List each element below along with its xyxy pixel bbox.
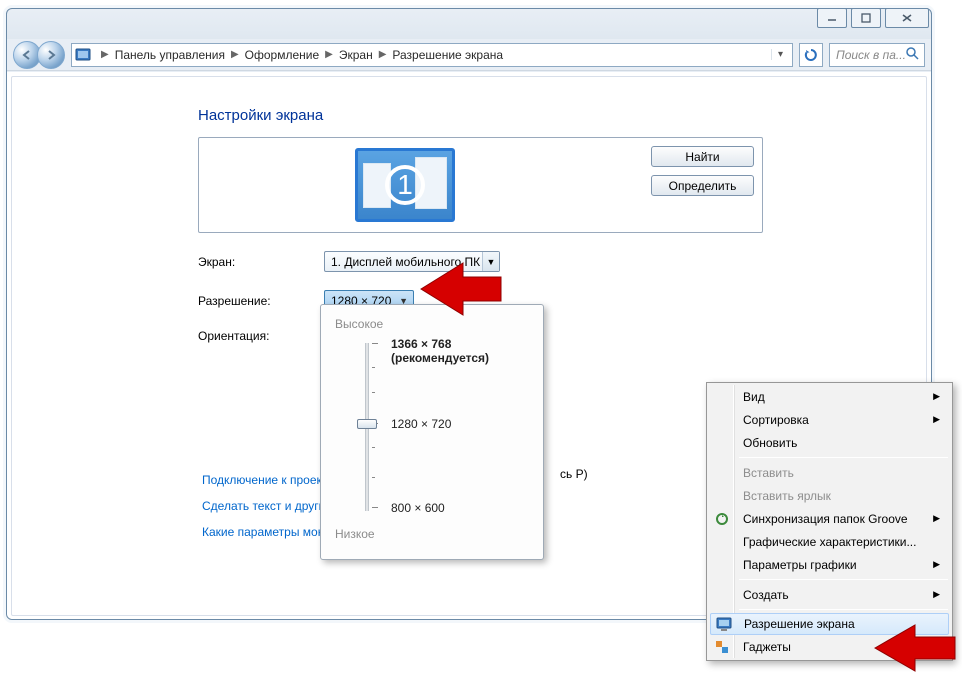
breadcrumb[interactable]: Экран xyxy=(339,48,373,62)
monitor-icon xyxy=(716,616,732,632)
context-item-groove-sync[interactable]: Синхронизация папок Groove▶ xyxy=(709,507,950,530)
submenu-arrow-icon: ▶ xyxy=(933,513,940,524)
resolution-slider-popup: Высокое 1366 × 768 (рекомендуется) 1280 … xyxy=(320,304,544,560)
resolution-slider[interactable]: 1366 × 768 (рекомендуется) 1280 × 720 80… xyxy=(335,337,529,517)
red-arrow-annotation xyxy=(869,621,959,679)
submenu-arrow-icon: ▶ xyxy=(933,391,940,402)
menu-separator xyxy=(739,457,948,458)
nav-forward-button[interactable] xyxy=(37,41,65,69)
context-item-sort[interactable]: Сортировка▶ xyxy=(709,408,950,431)
navbar: ▶ Панель управления ▶ Оформление ▶ Экран… xyxy=(7,39,931,71)
breadcrumb[interactable]: Панель управления xyxy=(115,48,225,62)
slider-min-label: 800 × 600 xyxy=(391,501,445,515)
monitor-number: 1 xyxy=(385,165,425,205)
orientation-label: Ориентация: xyxy=(198,329,324,343)
context-item-refresh[interactable]: Обновить xyxy=(709,431,950,454)
titlebar xyxy=(7,9,931,39)
page-title: Настройки экрана xyxy=(198,107,926,124)
control-panel-icon xyxy=(75,47,91,63)
display-preview-box: 1 Найти Определить xyxy=(198,137,763,233)
chevron-right-icon: ▶ xyxy=(325,49,333,60)
chevron-right-icon: ▶ xyxy=(101,49,109,60)
context-item-paste-shortcut: Вставить ярлык xyxy=(709,484,950,507)
display-label: Экран: xyxy=(198,255,324,269)
slider-low-label: Низкое xyxy=(335,527,529,541)
resolution-label: Разрешение: xyxy=(198,294,324,308)
identify-button[interactable]: Определить xyxy=(651,175,754,196)
context-item-view[interactable]: Вид▶ xyxy=(709,385,950,408)
context-item-paste: Вставить xyxy=(709,461,950,484)
search-placeholder: Поиск в па... xyxy=(836,48,906,62)
sync-icon xyxy=(714,511,730,527)
context-item-graphics-options[interactable]: Параметры графики▶ xyxy=(709,553,950,576)
search-input[interactable]: Поиск в па... xyxy=(829,43,925,67)
context-item-graphics-props[interactable]: Графические характеристики... xyxy=(709,530,950,553)
desktop-context-menu: Вид▶ Сортировка▶ Обновить Вставить Встав… xyxy=(706,382,953,661)
slider-thumb[interactable] xyxy=(357,419,377,429)
red-arrow-annotation xyxy=(415,259,505,323)
slider-recommended-label: 1366 × 768 (рекомендуется) xyxy=(391,337,529,365)
find-button[interactable]: Найти xyxy=(651,146,754,167)
menu-separator xyxy=(739,609,948,610)
projector-link-tail: сь P) xyxy=(560,467,588,481)
maximize-button[interactable] xyxy=(851,8,881,28)
chevron-right-icon: ▶ xyxy=(379,49,387,60)
submenu-arrow-icon: ▶ xyxy=(933,589,940,600)
submenu-arrow-icon: ▶ xyxy=(933,414,940,425)
chevron-right-icon: ▶ xyxy=(231,49,239,60)
address-bar[interactable]: ▶ Панель управления ▶ Оформление ▶ Экран… xyxy=(71,43,793,67)
breadcrumb[interactable]: Оформление xyxy=(245,48,319,62)
slider-current-label: 1280 × 720 xyxy=(391,417,451,431)
monitor-params-link[interactable]: Какие параметры мон xyxy=(202,519,332,545)
monitor-thumbnail[interactable]: 1 xyxy=(355,148,455,222)
menu-separator xyxy=(739,579,948,580)
search-icon xyxy=(906,47,919,63)
projector-link[interactable]: Подключение к проек xyxy=(202,467,332,493)
submenu-arrow-icon: ▶ xyxy=(933,559,940,570)
context-item-new[interactable]: Создать▶ xyxy=(709,583,950,606)
text-size-link[interactable]: Сделать текст и другие xyxy=(202,493,332,519)
close-button[interactable] xyxy=(885,8,929,28)
address-dropdown-button[interactable]: ▾ xyxy=(771,49,789,60)
breadcrumb[interactable]: Разрешение экрана xyxy=(392,48,503,62)
gadget-icon xyxy=(714,639,730,655)
refresh-button[interactable] xyxy=(799,43,823,67)
minimize-button[interactable] xyxy=(817,8,847,28)
